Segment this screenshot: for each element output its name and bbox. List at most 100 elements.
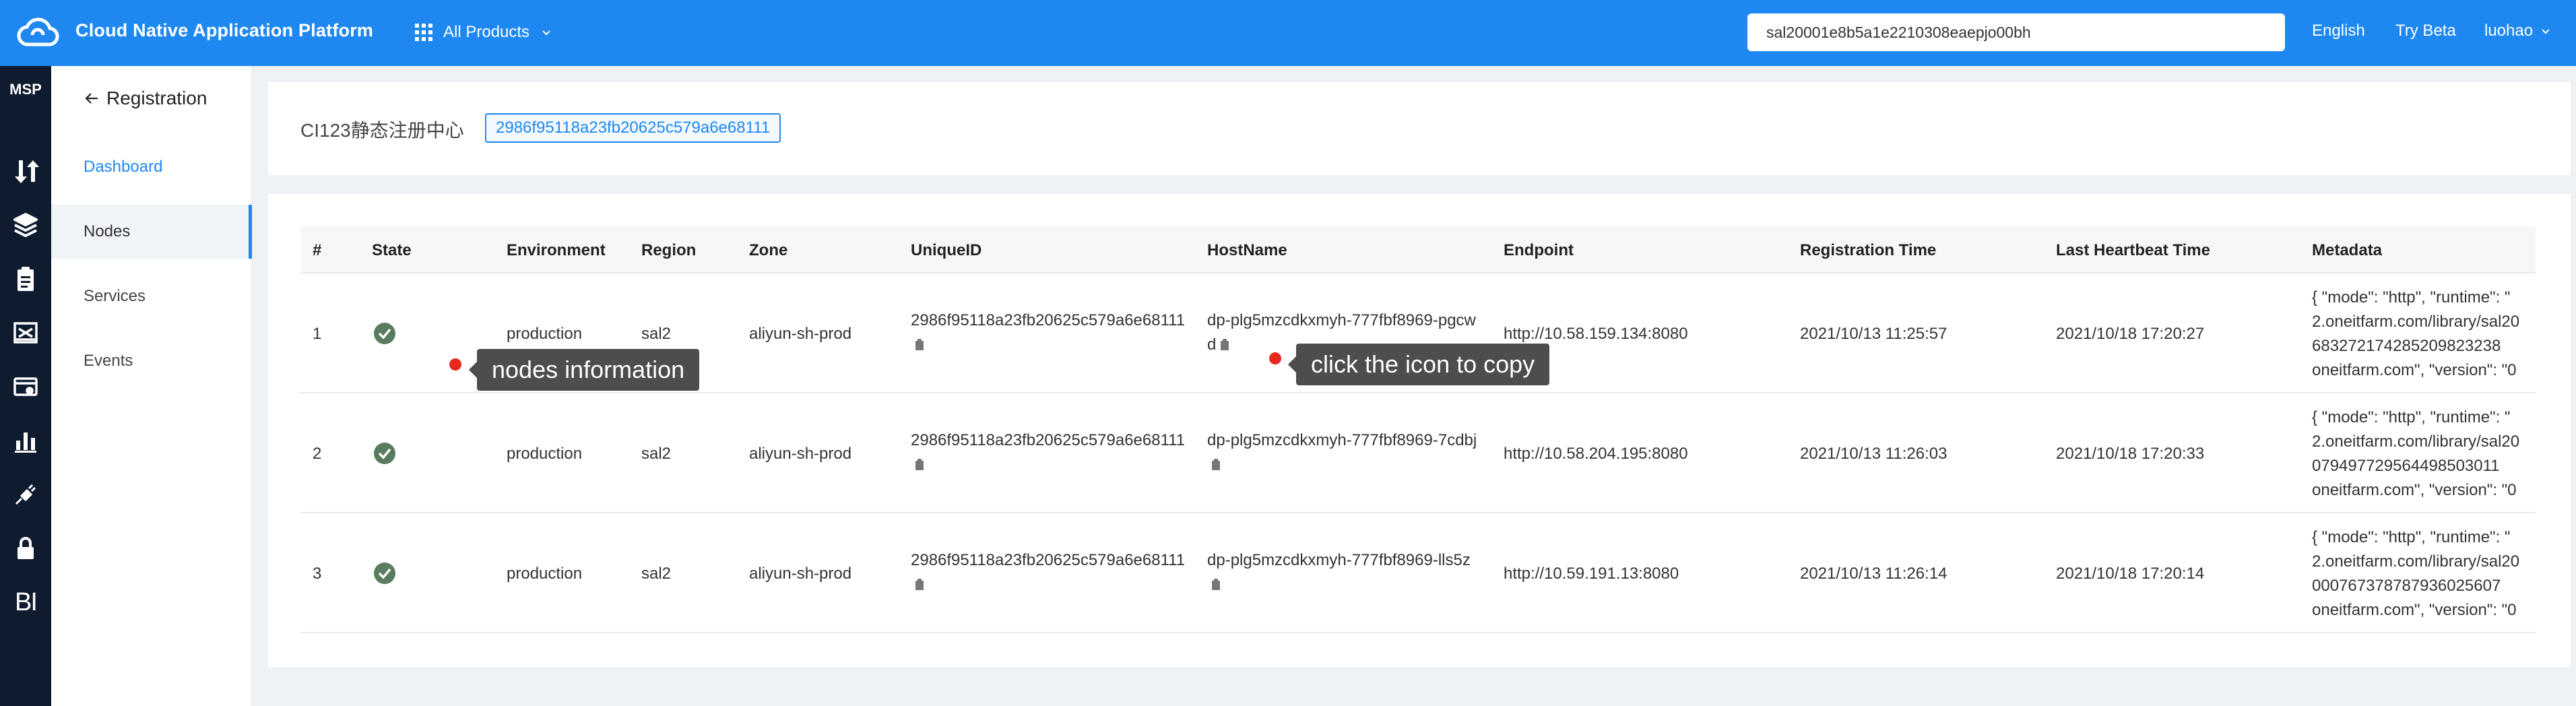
row-metadata: { "mode": "http", "runtime": " 2.oneitfa… <box>2312 406 2536 503</box>
nav-item-dashboard[interactable]: Dashboard <box>51 140 252 194</box>
copy-icon[interactable] <box>1211 459 1221 471</box>
try-beta-link[interactable]: Try Beta <box>2395 22 2456 40</box>
metadata-line: oneitfarm.com", "version": "0 <box>2312 601 2517 619</box>
rail-brand[interactable]: MSP <box>0 81 51 98</box>
user-menu[interactable]: luohao <box>2484 22 2552 40</box>
row-zone: aliyun-sh-prod <box>749 565 852 583</box>
chevron-down-icon <box>2542 29 2550 34</box>
uniqueid-text: 2986f95118a23fb20625c579a6e68111 <box>911 431 1186 449</box>
clipboard-icon[interactable] <box>5 259 46 299</box>
uniqueid-text: 2986f95118a23fb20625c579a6e68111 <box>911 551 1186 569</box>
card-icon[interactable] <box>5 366 46 407</box>
lock-icon[interactable] <box>5 528 46 569</box>
bar-chart-icon[interactable] <box>5 420 46 461</box>
annotation-marker <box>1269 352 1281 364</box>
table-header: # State Environment Region Zone UniqueID… <box>300 226 2536 274</box>
column-header-heartbeat-time[interactable]: Last Heartbeat Time <box>2056 241 2210 260</box>
row-metadata: { "mode": "http", "runtime": " 2.oneitfa… <box>2312 525 2536 622</box>
nav-item-events[interactable]: Events <box>51 334 252 388</box>
search-input[interactable] <box>1747 13 2285 51</box>
icon-rail: MSP BI <box>0 66 51 706</box>
back-label: Registration <box>106 88 207 108</box>
uniqueid-text: 2986f95118a23fb20625c579a6e68111 <box>911 311 1186 329</box>
metadata-line: { "mode": "http", "runtime": " <box>2312 408 2511 426</box>
copy-icon[interactable] <box>915 579 924 591</box>
row-environment: production <box>507 325 583 343</box>
app-title: Cloud Native Application Platform <box>75 20 374 40</box>
row-endpoint: http://10.58.159.134:8080 <box>1504 325 1688 343</box>
row-heartbeat-time: 2021/10/18 17:20:33 <box>2056 445 2205 463</box>
row-zone: aliyun-sh-prod <box>749 445 852 463</box>
monitor-icon[interactable] <box>5 313 46 353</box>
all-products-menu[interactable]: All Products <box>415 19 552 46</box>
bi-icon[interactable]: BI <box>5 582 46 622</box>
column-header-state[interactable]: State <box>372 241 412 260</box>
row-uniqueid: 2986f95118a23fb20625c579a6e68111 <box>911 548 1187 597</box>
all-products-label: All Products <box>443 23 530 41</box>
column-header-endpoint[interactable]: Endpoint <box>1504 241 1574 260</box>
nodes-table-card: # State Environment Region Zone UniqueID… <box>268 194 2571 667</box>
metadata-line: 2.oneitfarm.com/library/sal20 <box>2312 552 2520 571</box>
metadata-line: 079497729564498503011 <box>2312 457 2500 475</box>
metadata-line: oneitfarm.com", "version": "0 <box>2312 361 2517 379</box>
registry-id-tag[interactable]: 2986f95118a23fb20625c579a6e68111 <box>485 113 781 143</box>
check-circle-icon <box>374 323 395 344</box>
column-header-zone[interactable]: Zone <box>749 241 787 260</box>
row-index: 2 <box>313 445 322 463</box>
check-circle-icon <box>374 563 395 584</box>
registry-header: CI123静态注册中心 2986f95118a23fb20625c579a6e6… <box>268 82 2571 175</box>
metadata-line: 000767378787936025607 <box>2312 577 2501 595</box>
row-hostname: dp-plg5mzcdkxmyh-777fbf8969-lls5z <box>1207 548 1483 597</box>
back-to-registration[interactable]: Registration <box>84 88 207 109</box>
plug-icon[interactable] <box>5 474 46 515</box>
metadata-line: 2.oneitfarm.com/library/sal20 <box>2312 432 2520 451</box>
nav-item-services[interactable]: Services <box>51 269 252 323</box>
row-environment: production <box>507 565 583 583</box>
copy-icon[interactable] <box>915 459 924 471</box>
row-region: sal2 <box>641 445 672 463</box>
metadata-line: 683272174285209823238 <box>2312 337 2501 355</box>
row-environment: production <box>507 445 583 463</box>
transfer-icon[interactable] <box>5 151 46 191</box>
table-row[interactable]: 3 production sal2 aliyun-sh-prod 2986f95… <box>300 513 2536 633</box>
copy-icon[interactable] <box>915 339 924 351</box>
row-uniqueid: 2986f95118a23fb20625c579a6e68111 <box>911 428 1187 477</box>
secondary-nav: Registration Dashboard Nodes Services Ev… <box>51 66 252 706</box>
column-header-registration-time[interactable]: Registration Time <box>1800 241 1936 260</box>
table-row[interactable]: 2 production sal2 aliyun-sh-prod 2986f95… <box>300 393 2536 513</box>
language-switch[interactable]: English <box>2312 22 2365 40</box>
row-heartbeat-time: 2021/10/18 17:20:27 <box>2056 325 2205 343</box>
row-hostname: dp-plg5mzcdkxmyh-777fbf8969-7cdbj <box>1207 428 1483 477</box>
column-header-metadata[interactable]: Metadata <box>2312 241 2382 260</box>
top-bar: Cloud Native Application Platform All Pr… <box>0 0 2576 66</box>
column-header-environment[interactable]: Environment <box>507 241 606 260</box>
row-region: sal2 <box>641 325 672 343</box>
cloud-logo-icon[interactable] <box>16 15 59 50</box>
hostname-text: dp-plg5mzcdkxmyh-777fbf8969-7cdbj <box>1207 431 1477 449</box>
layers-icon[interactable] <box>5 205 46 245</box>
copy-hint-tooltip: click the icon to copy <box>1287 344 1550 385</box>
row-endpoint: http://10.58.204.195:8080 <box>1504 445 1688 463</box>
copy-icon[interactable] <box>1211 579 1221 591</box>
nav-item-nodes[interactable]: Nodes <box>51 205 252 259</box>
metadata-line: oneitfarm.com", "version": "0 <box>2312 481 2517 499</box>
row-region: sal2 <box>641 565 672 583</box>
row-metadata: { "mode": "http", "runtime": " 2.oneitfa… <box>2312 286 2536 383</box>
copy-icon[interactable] <box>1220 339 1229 351</box>
hostname-text: dp-plg5mzcdkxmyh-777fbf8969-lls5z <box>1207 551 1471 569</box>
row-registration-time: 2021/10/13 11:26:14 <box>1800 565 1947 583</box>
chevron-down-icon <box>542 30 550 36</box>
metadata-line: 2.oneitfarm.com/library/sal20 <box>2312 313 2520 331</box>
column-header-hostname[interactable]: HostName <box>1207 241 1287 260</box>
metadata-line: { "mode": "http", "runtime": " <box>2312 288 2511 307</box>
row-index: 3 <box>313 565 322 583</box>
column-header-region[interactable]: Region <box>641 241 696 260</box>
check-circle-icon <box>374 443 395 464</box>
row-registration-time: 2021/10/13 11:26:03 <box>1800 445 1947 463</box>
row-registration-time: 2021/10/13 11:25:57 <box>1800 325 1947 343</box>
column-header-index[interactable]: # <box>313 241 321 260</box>
row-heartbeat-time: 2021/10/18 17:20:14 <box>2056 565 2205 583</box>
registry-name: CI123静态注册中心 <box>300 120 464 141</box>
row-endpoint: http://10.59.191.13:8080 <box>1504 565 1679 583</box>
column-header-uniqueid[interactable]: UniqueID <box>911 241 981 260</box>
